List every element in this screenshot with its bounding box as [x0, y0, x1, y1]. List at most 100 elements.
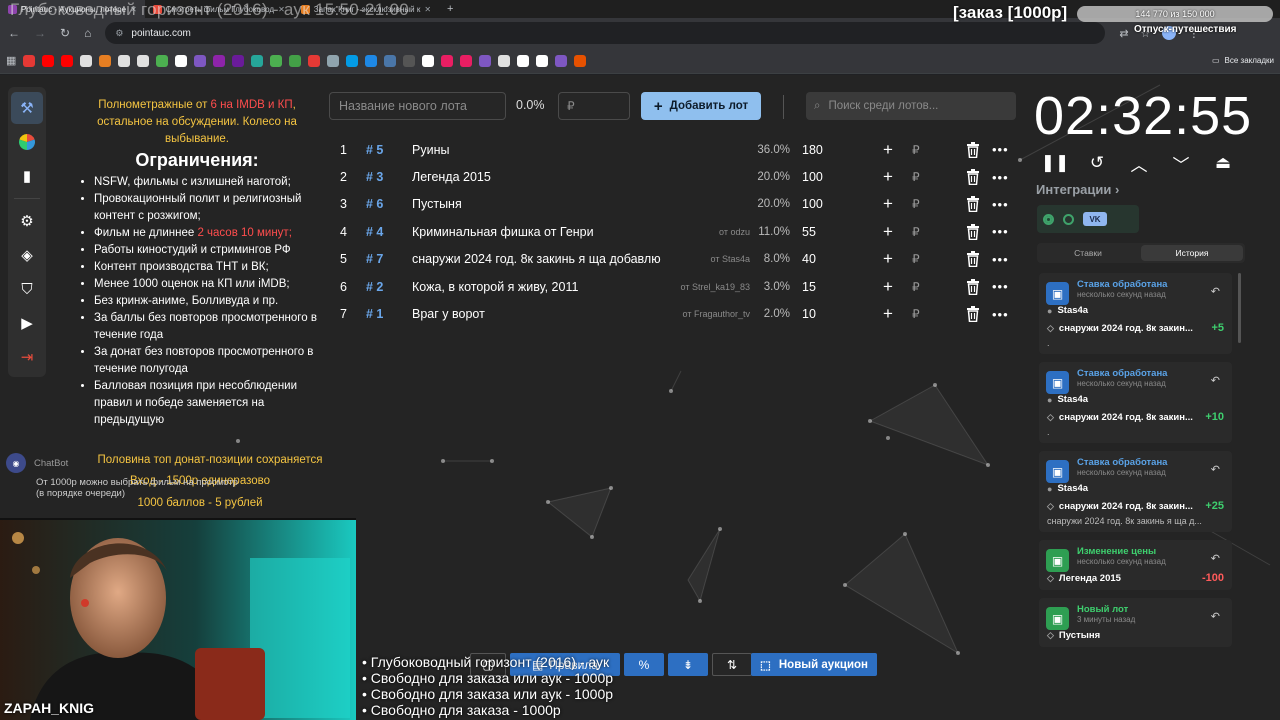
bookmark-icon[interactable]: [232, 54, 245, 67]
nav-shield-icon[interactable]: ⛉: [11, 273, 43, 305]
trash-icon[interactable]: [966, 141, 980, 158]
currency-icon[interactable]: ₽: [912, 170, 920, 184]
bookmark-icon[interactable]: [175, 54, 188, 67]
pause-icon[interactable]: ❚❚: [1040, 151, 1070, 175]
vk-icon[interactable]: VK: [1083, 212, 1107, 226]
bookmark-icon[interactable]: [194, 54, 207, 67]
integration-inactive-icon[interactable]: [1063, 213, 1074, 225]
lot-amount[interactable]: 15: [802, 280, 852, 294]
new-lot-amount-input[interactable]: [558, 92, 630, 120]
bookmark-icon[interactable]: [403, 54, 416, 67]
undo-icon[interactable]: ↶: [1211, 463, 1220, 476]
nav-wheel-icon[interactable]: [11, 126, 43, 158]
integrations-title[interactable]: Интеграции ›: [1036, 182, 1119, 197]
bookmark-icon[interactable]: [517, 54, 530, 67]
bookmark-icon[interactable]: [479, 54, 492, 67]
more-options-icon[interactable]: •••: [992, 142, 1009, 157]
apps-icon[interactable]: ▦: [6, 54, 16, 67]
lot-amount[interactable]: 40: [802, 252, 852, 266]
timer-down-icon[interactable]: ﹀: [1166, 151, 1196, 175]
site-info-icon[interactable]: ⚙: [115, 28, 123, 39]
add-amount-icon[interactable]: +: [883, 167, 893, 187]
currency-icon[interactable]: ₽: [912, 197, 920, 211]
add-amount-icon[interactable]: +: [883, 277, 893, 297]
add-amount-icon[interactable]: +: [883, 140, 893, 160]
lot-search[interactable]: ⌕: [806, 92, 1016, 120]
nav-settings-icon[interactable]: ⚙: [11, 205, 43, 237]
more-options-icon[interactable]: •••: [992, 279, 1009, 294]
timer-max-icon[interactable]: ⏏: [1208, 151, 1238, 175]
more-options-icon[interactable]: •••: [992, 170, 1009, 185]
bookmark-icon[interactable]: [346, 54, 359, 67]
currency-icon[interactable]: ₽: [912, 307, 920, 321]
currency-icon[interactable]: ₽: [912, 143, 920, 157]
more-options-icon[interactable]: •••: [992, 307, 1009, 322]
currency-icon[interactable]: ₽: [912, 280, 920, 294]
add-amount-icon[interactable]: +: [883, 249, 893, 269]
bookmark-icon[interactable]: [156, 54, 169, 67]
add-amount-icon[interactable]: +: [883, 194, 893, 214]
lot-name[interactable]: Кожа, в которой я живу, 2011: [412, 280, 682, 294]
reset-icon[interactable]: ↺: [1082, 151, 1112, 175]
undo-icon[interactable]: ↶: [1211, 374, 1220, 387]
bookmark-icon[interactable]: [365, 54, 378, 67]
currency-icon[interactable]: ₽: [912, 225, 920, 239]
bookmark-icon[interactable]: [498, 54, 511, 67]
bookmark-icon[interactable]: [327, 54, 340, 67]
lot-search-input[interactable]: [828, 100, 999, 112]
nav-layers-icon[interactable]: ◈: [11, 239, 43, 271]
lot-amount[interactable]: 10: [802, 307, 852, 321]
bookmark-icon[interactable]: [213, 54, 226, 67]
lot-name[interactable]: Криминальная фишка от Генри: [412, 225, 682, 239]
lot-name[interactable]: Легенда 2015: [412, 170, 682, 184]
bookmark-icon[interactable]: [422, 54, 435, 67]
integration-active-icon[interactable]: [1043, 213, 1054, 225]
trash-icon[interactable]: [966, 223, 980, 240]
trash-icon[interactable]: [966, 278, 980, 295]
forward-icon[interactable]: →: [34, 26, 46, 40]
undo-icon[interactable]: ↶: [1211, 610, 1220, 623]
home-icon[interactable]: ⌂: [84, 26, 91, 40]
lot-amount[interactable]: 180: [802, 143, 852, 157]
bookmark-icon[interactable]: [270, 54, 283, 67]
bookmark-icon[interactable]: [80, 54, 93, 67]
bookmark-icon[interactable]: [289, 54, 302, 67]
lot-name[interactable]: Руины: [412, 143, 682, 157]
trash-icon[interactable]: [966, 306, 980, 323]
bookmark-icon[interactable]: [441, 54, 454, 67]
bookmark-icon[interactable]: [99, 54, 112, 67]
bookmark-icon[interactable]: [23, 54, 36, 67]
new-lot-name-input[interactable]: [329, 92, 506, 120]
history-scrollbar[interactable]: [1238, 273, 1241, 343]
trash-icon[interactable]: [966, 196, 980, 213]
trash-icon[interactable]: [966, 251, 980, 268]
lot-name[interactable]: снаружи 2024 год. 8к закинь я ща добавлю: [412, 252, 682, 266]
close-tab-icon[interactable]: ✕: [424, 5, 431, 14]
lot-amount[interactable]: 100: [802, 197, 852, 211]
lot-amount[interactable]: 55: [802, 225, 852, 239]
lot-name[interactable]: Пустыня: [412, 197, 682, 211]
nav-auction-icon[interactable]: ⚒: [11, 92, 43, 124]
timer-up-icon[interactable]: ︿: [1124, 151, 1154, 175]
add-amount-icon[interactable]: +: [883, 304, 893, 324]
bookmark-icon[interactable]: [61, 54, 74, 67]
nav-video-icon[interactable]: ▶: [11, 307, 43, 339]
all-bookmarks[interactable]: ▭ Все закладки: [1212, 56, 1274, 65]
back-icon[interactable]: ←: [8, 26, 20, 40]
new-tab-button[interactable]: +: [439, 3, 461, 15]
lot-amount[interactable]: 100: [802, 170, 852, 184]
more-options-icon[interactable]: •••: [992, 224, 1009, 239]
bookmark-icon[interactable]: [42, 54, 55, 67]
undo-icon[interactable]: ↶: [1211, 285, 1220, 298]
add-lot-button[interactable]: + Добавить лот: [641, 92, 761, 120]
more-options-icon[interactable]: •••: [992, 252, 1009, 267]
reload-icon[interactable]: ↻: [60, 26, 70, 40]
nav-stats-icon[interactable]: ▮: [11, 160, 43, 192]
trash-icon[interactable]: [966, 169, 980, 186]
bookmark-icon[interactable]: [555, 54, 568, 67]
translate-icon[interactable]: ⇄: [1119, 27, 1128, 40]
lot-name[interactable]: Враг у ворот: [412, 307, 682, 321]
tab-bids[interactable]: Ставки: [1037, 243, 1139, 263]
undo-icon[interactable]: ↶: [1211, 552, 1220, 565]
nav-logout-icon[interactable]: ⇥: [11, 341, 43, 373]
